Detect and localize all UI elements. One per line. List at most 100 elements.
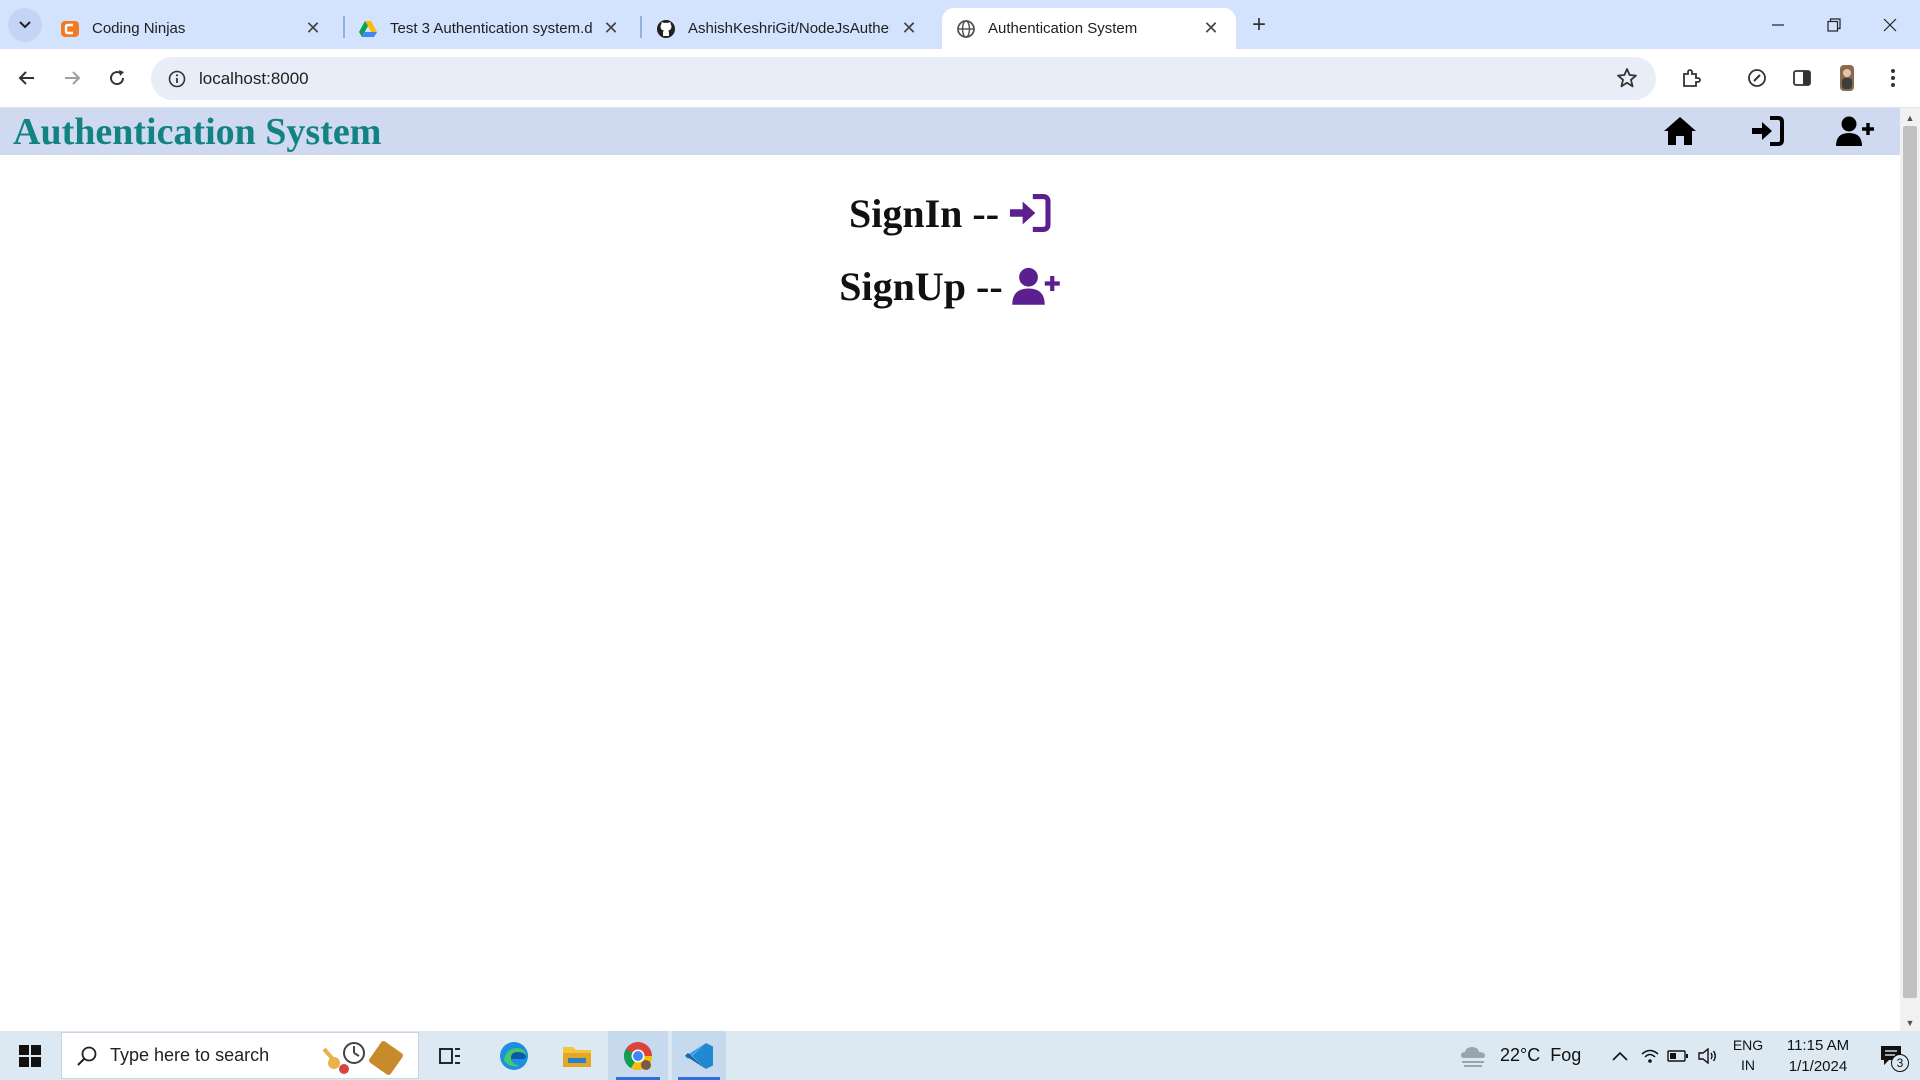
google-drive-icon [358,19,378,39]
kebab-menu-icon [1891,69,1895,87]
notification-center-button[interactable]: 3 [1868,1031,1916,1080]
bookmark-star-icon[interactable] [1616,67,1638,94]
close-tab-icon[interactable]: ✕ [898,18,920,40]
restore-icon [1827,17,1841,32]
user-plus-icon [1011,267,1060,305]
restore-button[interactable] [1806,0,1862,49]
url-text[interactable]: localhost:8000 [199,69,309,89]
clock[interactable]: 11:15 AM 1/1/2024 [1772,1035,1864,1077]
input-language-indicator[interactable]: ENG IN [1728,1035,1768,1075]
page-scrollbar[interactable]: ▲ ▼ [1900,108,1920,1031]
weather-condition: Fog [1550,1045,1582,1065]
battery-icon [1667,1049,1688,1062]
keyboard-region: IN [1741,1057,1755,1073]
web-page: Authentication System SignIn -- SignUp -… [0,108,1900,1031]
site-info-icon[interactable] [157,57,197,100]
sign-in-icon [1752,116,1784,146]
user-plus-icon [1836,116,1874,146]
chrome-icon [624,1041,652,1070]
coding-ninjas-icon [60,19,80,39]
tab-search-button[interactable] [8,8,42,42]
network-status[interactable] [1638,1031,1662,1080]
side-panel-button[interactable] [1785,61,1819,95]
signup-link[interactable] [1835,113,1875,149]
tab-title: Authentication System [988,20,1138,37]
performance-button[interactable] [1740,61,1774,95]
signin-label: SignIn -- [848,190,1000,236]
globe-icon [956,19,976,39]
arrow-right-icon [65,71,81,85]
windows-taskbar: Type here to search 22°C Fog ENG IN 11:1… [0,1031,1920,1080]
close-tab-icon[interactable]: ✕ [1200,18,1222,40]
close-icon [1883,18,1897,31]
tab-github[interactable]: AshishKeshriGit/NodeJsAuthent ✕ [642,8,934,49]
reload-button[interactable] [100,61,134,95]
sign-in-icon [1010,194,1051,232]
browser-toolbar: localhost:8000 [0,49,1920,108]
signin-row: SignIn -- [0,183,1900,243]
chrome-taskbar-button[interactable] [608,1031,668,1080]
tab-title: Coding Ninjas [92,20,186,37]
signup-row: SignUp -- [0,256,1900,316]
close-window-button[interactable] [1862,0,1918,49]
extensions-button[interactable] [1674,61,1708,95]
battery-status[interactable] [1666,1031,1690,1080]
edge-taskbar-button[interactable] [490,1031,538,1080]
tab-coding-ninjas[interactable]: Coding Ninjas ✕ [46,8,338,49]
language-code: ENG [1732,1037,1764,1053]
signin-link[interactable] [1747,113,1787,149]
forward-button[interactable] [55,61,89,95]
reload-icon [110,70,125,86]
folder-icon [563,1046,591,1067]
close-tab-icon[interactable]: ✕ [302,18,324,40]
wifi-icon [1641,1049,1659,1063]
app-title[interactable]: Authentication System [13,110,381,154]
windows-logo-icon [19,1044,41,1067]
speaker-icon [1698,1047,1716,1064]
task-view-icon [439,1047,460,1064]
file-explorer-taskbar-button[interactable] [553,1031,601,1080]
new-tab-button[interactable]: + [1244,10,1274,40]
address-bar[interactable]: localhost:8000 [151,57,1656,100]
task-view-button[interactable] [430,1031,470,1080]
edge-icon [500,1041,528,1070]
show-hidden-icons-button[interactable] [1606,1031,1634,1080]
chevron-up-icon [1612,1051,1628,1061]
app-header: Authentication System [0,108,1900,155]
search-highlight-illustration-icon [318,1035,414,1080]
taskbar-search-box[interactable]: Type here to search [61,1032,419,1079]
weather-widget[interactable]: 22°C Fog [1458,1031,1584,1080]
scroll-down-arrow[interactable]: ▼ [1900,1015,1920,1031]
tab-title: Test 3 Authentication system.dc [390,20,592,37]
volume-control[interactable] [1694,1031,1720,1080]
chevron-down-icon [19,21,31,29]
scrollbar-thumb[interactable] [1903,126,1917,998]
tab-title: AshishKeshriGit/NodeJsAuthent [688,20,890,37]
close-tab-icon[interactable]: ✕ [600,18,622,40]
home-icon [1664,117,1696,145]
signup-button[interactable] [1011,266,1061,306]
scroll-up-arrow[interactable]: ▲ [1900,110,1920,126]
clock-date: 1/1/2024 [1788,1058,1848,1075]
back-button[interactable] [10,61,44,95]
clock-time: 11:15 AM [1786,1037,1850,1054]
github-icon [656,19,676,39]
start-button[interactable] [0,1031,60,1080]
profile-avatar[interactable] [1830,61,1864,95]
vscode-taskbar-button[interactable] [672,1031,726,1080]
search-icon [77,1046,97,1066]
fog-cloud-icon [1461,1046,1485,1067]
vscode-icon [685,1042,713,1069]
side-panel-icon [1793,70,1811,86]
weather-temp: 22°C [1500,1045,1541,1065]
tab-google-drive-doc[interactable]: Test 3 Authentication system.dc ✕ [344,8,636,49]
notification-count-badge: 3 [1891,1054,1909,1072]
puzzle-icon [1683,69,1701,87]
minimize-icon [1772,23,1784,26]
tab-authentication-system[interactable]: Authentication System ✕ [942,8,1236,49]
search-placeholder: Type here to search [110,1045,270,1065]
chrome-menu-button[interactable] [1876,61,1910,95]
minimize-button[interactable] [1750,0,1806,49]
home-link[interactable] [1660,113,1700,149]
signin-button[interactable] [1007,194,1051,232]
